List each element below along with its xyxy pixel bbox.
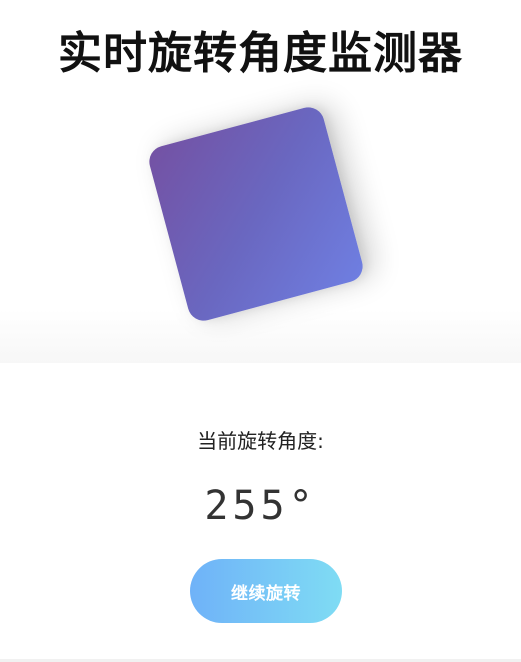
- angle-value: 255°: [204, 483, 317, 529]
- angle-label: 当前旋转角度:: [197, 429, 324, 453]
- rotating-square: [145, 103, 367, 325]
- rotation-stage: [0, 95, 521, 363]
- continue-rotate-button[interactable]: 继续旋转: [190, 559, 342, 623]
- rotating-square-container: [145, 103, 367, 325]
- page: 实时旋转角度监测器 当前旋转角度: 255° 继续旋转: [0, 0, 521, 662]
- page-title: 实时旋转角度监测器: [58, 28, 463, 79]
